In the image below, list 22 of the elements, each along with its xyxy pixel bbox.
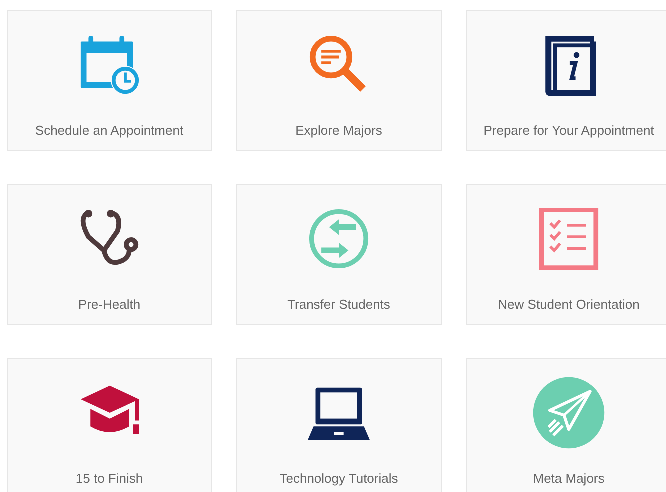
tile-label: Schedule an Appointment	[35, 122, 184, 140]
tile-label: Prepare for Your Appointment	[484, 122, 654, 140]
tile-label: Explore Majors	[296, 122, 382, 140]
tile-card[interactable]: Transfer Students	[236, 184, 442, 325]
tile-card[interactable]: 15 to Finish	[7, 358, 212, 492]
tile-card[interactable]: New Student Orientation	[466, 184, 666, 325]
tile-card[interactable]: Pre-Health	[7, 184, 212, 325]
tile-label: Meta Majors	[533, 470, 605, 488]
tile-card[interactable]: Schedule an Appointment	[7, 10, 212, 151]
exchange-arrows-icon	[308, 208, 370, 270]
tile-label: New Student Orientation	[498, 296, 640, 314]
tile-card[interactable]: Meta Majors	[466, 358, 666, 492]
tile-label: Technology Tutorials	[280, 470, 398, 488]
tile-label: Pre-Health	[78, 296, 141, 314]
tile-card[interactable]: Explore Majors	[236, 10, 442, 151]
paper-plane-icon	[531, 375, 607, 451]
tile-card[interactable]: Prepare for Your Appointment	[466, 10, 666, 151]
tile-label: 15 to Finish	[76, 470, 144, 488]
calendar-clock-icon	[78, 34, 140, 96]
tile-card[interactable]: Technology Tutorials	[236, 358, 442, 492]
checklist-icon	[538, 208, 600, 270]
tile-label: Transfer Students	[288, 296, 390, 314]
